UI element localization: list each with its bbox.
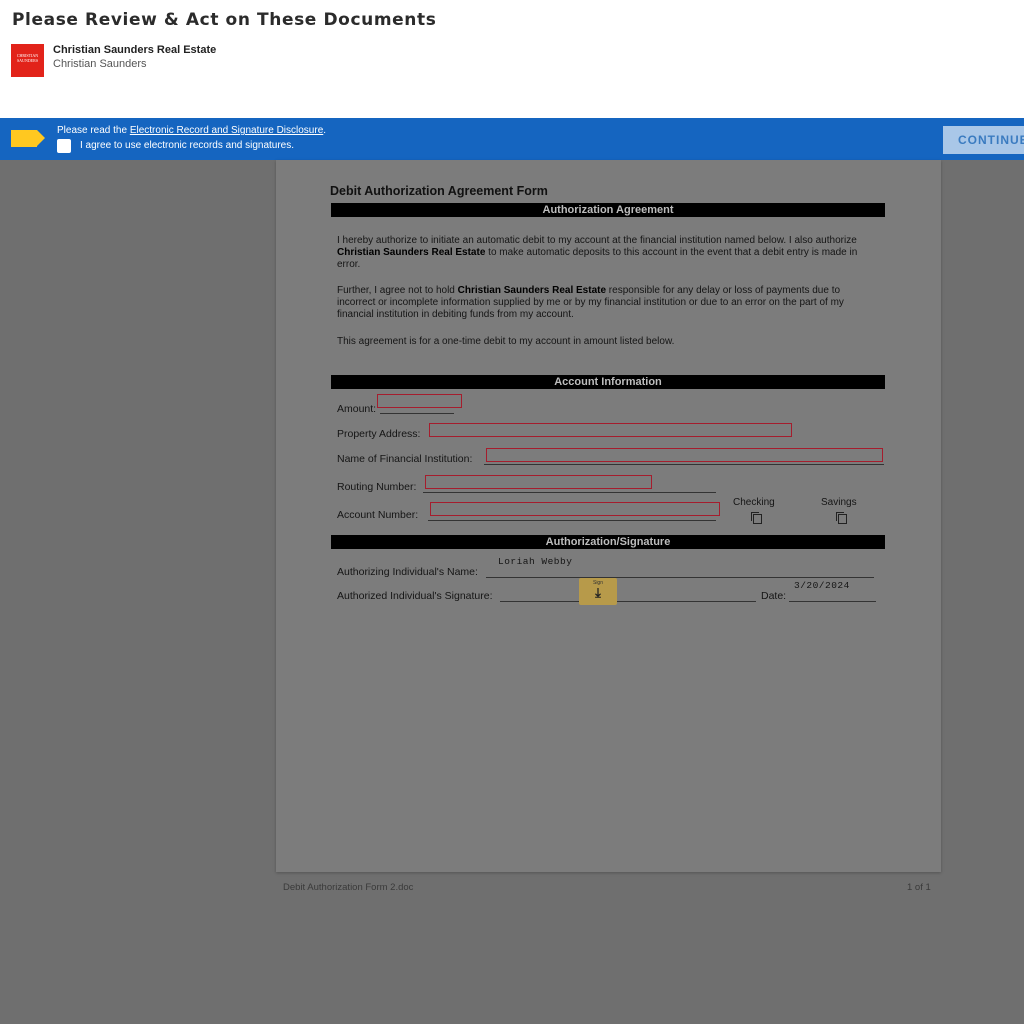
amount-label: Amount: — [337, 403, 377, 415]
signature-label: Authorized Individual's Signature: — [337, 590, 493, 602]
routing-number-label: Routing Number: — [337, 481, 417, 493]
document-filename: Debit Authorization Form 2.doc — [283, 882, 414, 893]
disclosure-link[interactable]: Electronic Record and Signature Disclosu… — [130, 125, 323, 136]
section-authorization-agreement: Authorization Agreement — [331, 203, 885, 217]
disclosure-text: Please read the Electronic Record and Si… — [57, 125, 327, 136]
amount-field[interactable] — [377, 394, 462, 408]
consent-checkbox[interactable] — [57, 139, 71, 153]
agreement-paragraph-1: I hereby authorize to initiate an automa… — [337, 235, 858, 270]
continue-button[interactable]: CONTINUE — [943, 126, 1024, 154]
account-number-label: Account Number: — [337, 509, 419, 521]
document-title: Debit Authorization Agreement Form — [330, 184, 548, 198]
sender-name: Christian Saunders — [53, 58, 147, 70]
section-account-information: Account Information — [331, 375, 885, 389]
checking-checkbox[interactable] — [751, 512, 762, 524]
routing-number-underline — [423, 492, 716, 493]
date-label: Date: — [761, 590, 787, 602]
page-indicator: 1 of 1 — [907, 882, 931, 893]
financial-institution-field[interactable] — [486, 448, 883, 462]
checking-label: Checking — [733, 497, 775, 508]
download-arrow-icon: ⤓ — [595, 585, 601, 600]
sign-here-tab[interactable]: Sign ⤓ — [579, 578, 617, 605]
agreement-paragraph-3: This agreement is for a one-time debit t… — [337, 336, 675, 347]
authorizing-name-value: Loriah Webby — [498, 556, 573, 567]
page-title: Please Review & Act on These Documents — [12, 10, 437, 30]
company-logo: CHRISTIAN SAUNDERS — [11, 44, 44, 77]
date-value: 3/20/2024 — [794, 580, 850, 591]
amount-underline — [380, 413, 454, 414]
financial-institution-label: Name of Financial Institution: — [337, 453, 473, 465]
account-number-field[interactable] — [430, 502, 720, 516]
signature-underline — [500, 601, 756, 602]
sender-company: Christian Saunders Real Estate — [53, 44, 217, 56]
date-underline — [789, 601, 876, 602]
property-address-field[interactable] — [429, 423, 792, 437]
savings-label: Savings — [821, 497, 857, 508]
savings-checkbox[interactable] — [836, 512, 847, 524]
tag-arrow-icon — [11, 130, 45, 147]
financial-institution-underline — [484, 464, 884, 465]
routing-number-field[interactable] — [425, 475, 652, 489]
authorizing-name-label: Authorizing Individual's Name: — [337, 566, 478, 578]
authorizing-name-underline — [486, 577, 874, 578]
account-number-underline — [428, 520, 716, 521]
property-address-label: Property Address: — [337, 428, 421, 440]
agreement-paragraph-2: Further, I agree not to hold Christian S… — [337, 285, 844, 320]
section-authorization-signature: Authorization/Signature — [331, 535, 885, 549]
consent-label[interactable]: I agree to use electronic records and si… — [80, 140, 294, 151]
